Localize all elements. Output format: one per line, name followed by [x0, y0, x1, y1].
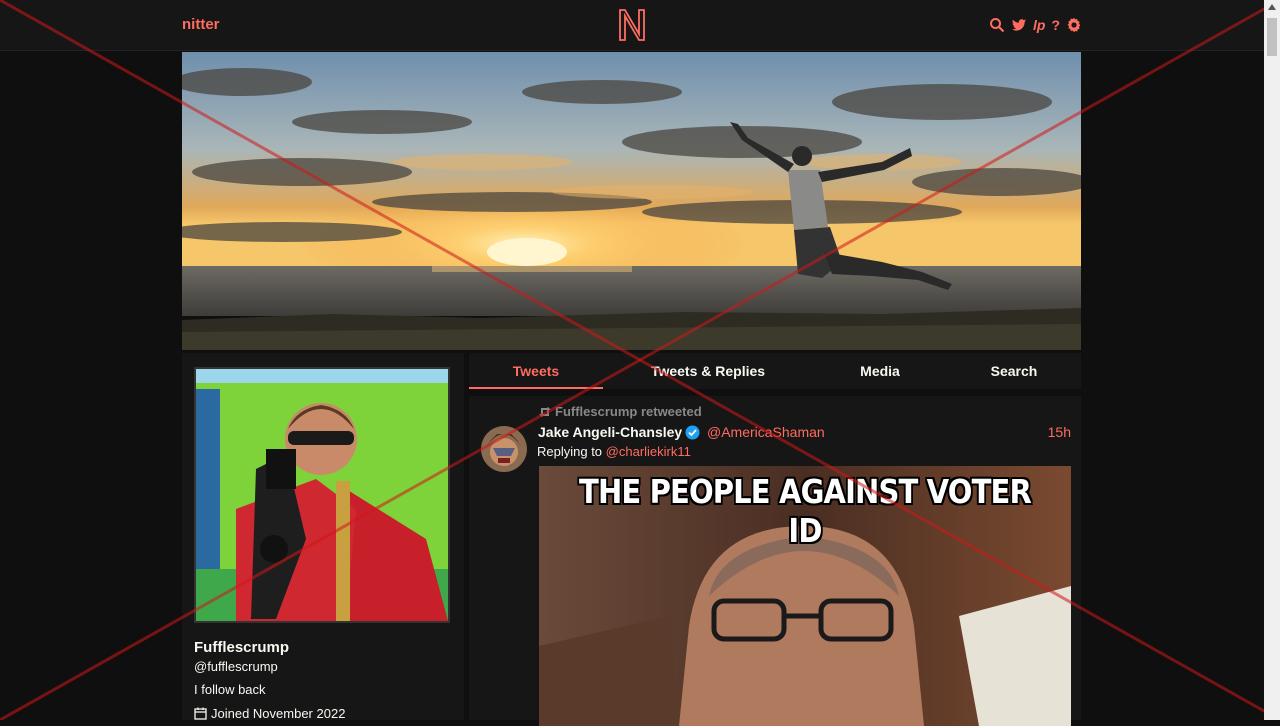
meme-caption: THE PEOPLE AGAINST VOTER ID	[579, 472, 1032, 550]
twitter-bird-icon[interactable]	[1011, 17, 1027, 33]
retweet-label: Fufflescrump retweeted	[555, 404, 702, 419]
help-icon[interactable]: ?	[1051, 17, 1060, 33]
tab-media[interactable]: Media	[825, 353, 935, 389]
lp-icon[interactable]: lp	[1033, 17, 1045, 33]
tab-bar: Tweets Tweets & Replies Media Search	[469, 353, 1081, 389]
tab-tweets-replies[interactable]: Tweets & Replies	[623, 353, 793, 389]
replying-to: Replying to @charliekirk11	[537, 444, 691, 459]
profile-fullname[interactable]: Fufflescrump	[194, 639, 289, 656]
profile-banner[interactable]	[182, 52, 1081, 350]
timeline: Tweets Tweets & Replies Media Search Fuf…	[469, 353, 1081, 726]
nitter-home-link[interactable]: nitter	[182, 16, 220, 33]
avatar-image	[196, 369, 448, 621]
retweet-header: Fufflescrump retweeted	[538, 404, 702, 419]
joined-date: Joined November 2022	[211, 706, 346, 721]
retweet-icon	[539, 406, 551, 417]
profile-joined: Joined November 2022	[194, 706, 345, 721]
nav-icons: lp ?	[989, 17, 1082, 33]
profile-username[interactable]: @fufflescrump	[194, 659, 278, 674]
gear-icon[interactable]	[1066, 17, 1082, 33]
calendar-icon	[194, 707, 207, 720]
nitter-logo-icon[interactable]	[617, 8, 647, 42]
banner-image	[182, 52, 1081, 350]
navbar: nitter lp ?	[0, 0, 1264, 51]
scroll-up-arrow-icon[interactable]	[1268, 4, 1276, 10]
page-scrollbar[interactable]	[1264, 0, 1280, 720]
tab-search[interactable]: Search	[964, 353, 1064, 389]
tweet-avatar[interactable]	[481, 426, 527, 472]
profile-bio: I follow back	[194, 682, 266, 697]
verified-icon	[685, 425, 700, 440]
tweet-date[interactable]: 15h	[1048, 424, 1071, 440]
timeline-item[interactable]: Fufflescrump retweeted Jake Angeli-Chans…	[469, 396, 1081, 726]
tweet-fullname[interactable]: Jake Angeli-Chansley	[538, 424, 682, 440]
replying-prefix: Replying to	[537, 444, 603, 459]
tweet-media[interactable]: THE PEOPLE AGAINST VOTER ID	[539, 466, 1071, 726]
tab-tweets[interactable]: Tweets	[469, 353, 603, 389]
profile-card: Fufflescrump @fufflescrump I follow back…	[182, 353, 464, 721]
replying-to-link[interactable]: @charliekirk11	[606, 444, 691, 459]
scroll-thumb[interactable]	[1267, 18, 1277, 56]
search-icon[interactable]	[989, 17, 1005, 33]
tweet-avatar-image	[481, 426, 527, 472]
tweet-username[interactable]: @AmericaShaman	[707, 424, 825, 440]
profile-avatar[interactable]	[194, 367, 450, 623]
